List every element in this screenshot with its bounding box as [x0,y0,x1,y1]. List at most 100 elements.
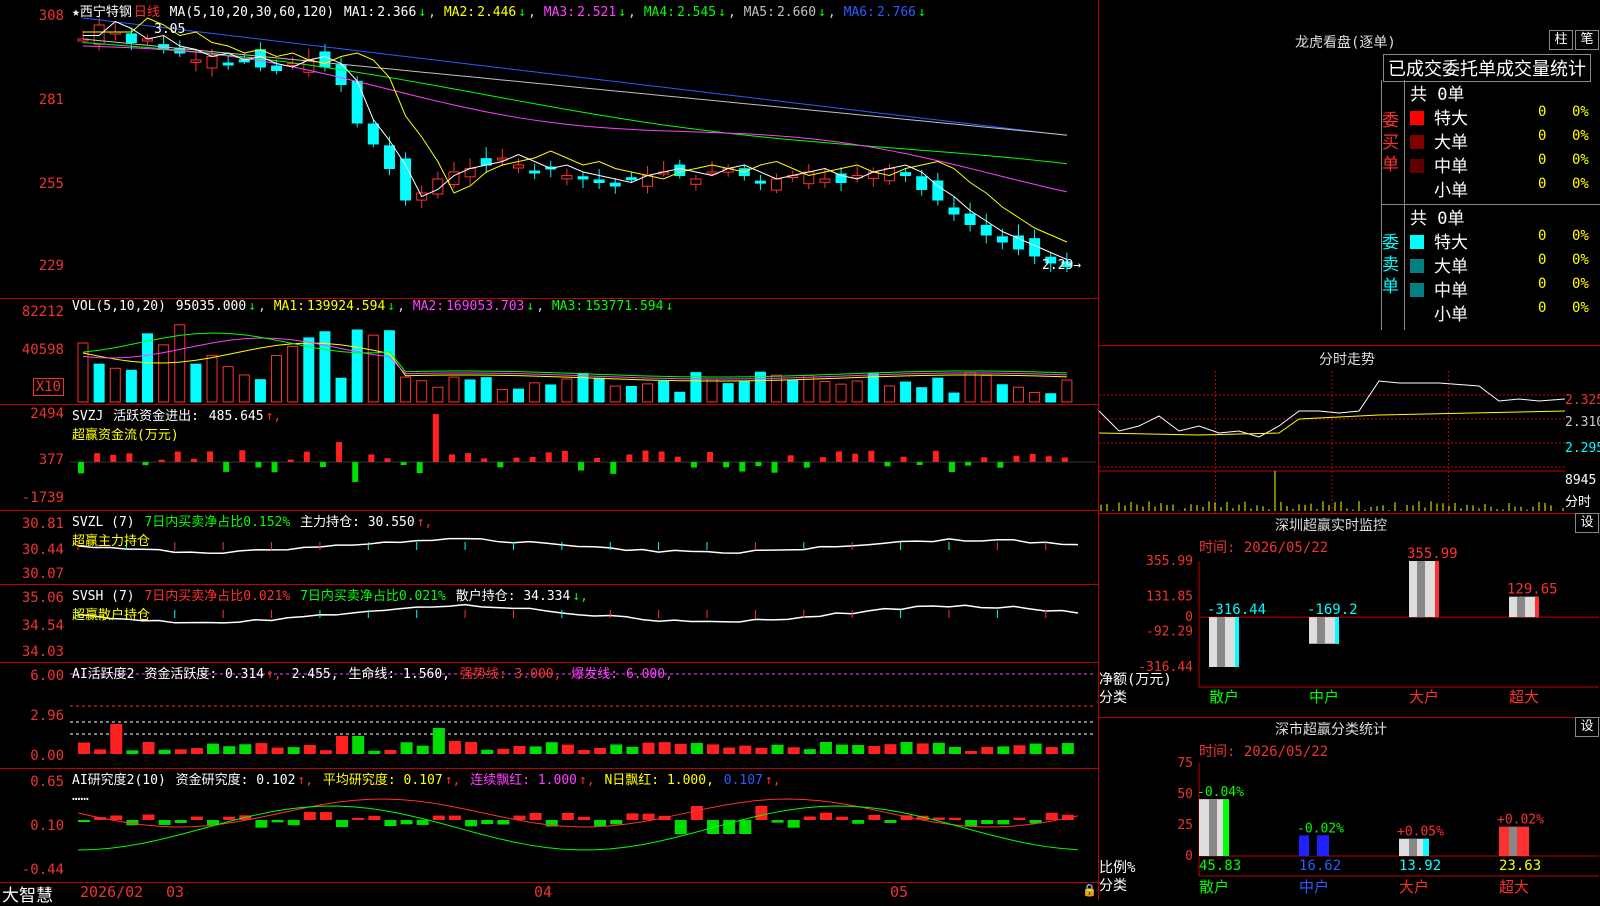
svsh-panel[interactable]: 35.06 34.54 34.03 SVSH (7) 7日内买卖净占比0.021… [0,584,1098,663]
candle [319,51,331,68]
intraday-panel[interactable]: 分时走势 2.325 2.310 2.295 8945 分时 [1099,345,1600,514]
flow-bar [465,453,472,462]
volume-bar [400,376,412,403]
research-bar [771,820,784,823]
y-tick: 255 [38,176,64,192]
row-value: 0 [1538,176,1547,192]
bar-change-label: -0.04% [1197,785,1244,800]
classify-bar-chart: 75 50 25 0 -0.04% 45.83 散户 -0.02% 16.62 中户 +0.05% 1… [1177,756,1599,896]
stat-table: 委买单 委卖单 共 0单 特大 0 0% 大单 0 0% 中单 0 0% 小单 0 0% 共 0单 特… [1381,80,1600,330]
research-bar [400,820,413,825]
flow-bar [110,454,117,462]
bar-edge [1235,617,1239,667]
research-bar [997,820,1010,825]
activity-bar [1061,743,1074,754]
activity-bar [336,736,349,754]
bar-change-label: +0.05% [1397,825,1444,840]
candle [577,176,589,180]
y-tick: 35.06 [21,590,64,606]
svzl-panel[interactable]: 30.81 30.44 30.07 SVZL (7) 7日内买卖净占比0.152… [0,510,1098,585]
volume-bar [819,381,831,403]
volume-bar [335,377,347,403]
stat-title: 已成交委托单成交量统计 [1383,54,1591,82]
svzj-panel[interactable]: 2494 377 -1739 SVZJ 活跃资金进出: 485.645 ↑, 超赢… [0,404,1098,511]
activity-bar [190,748,203,754]
activity-bar [916,743,929,754]
flow-bar [1061,457,1068,462]
activity-bar [755,747,768,754]
kline-panel[interactable]: 308 281 255 229 ★西宁特钢 日线 MA(5,10,20,30,60… [0,0,1098,299]
activity-bar [965,750,978,754]
category-label: 超大 [1499,878,1529,896]
volume-bar [609,385,621,403]
category-label: 大户 [1409,688,1439,706]
volume-bar [464,379,476,403]
y-tick: 6.00 [30,668,64,684]
candle [383,145,395,170]
activity-bar [94,749,107,754]
lock-icon[interactable]: 🔒 [1082,883,1097,897]
activity-bar [142,742,155,754]
bar-edge [1335,617,1339,644]
y-tick: -1739 [21,490,64,506]
row-value: 0 [1538,276,1547,292]
volume-bar [432,386,444,403]
activity-bar [642,742,655,754]
research-bar [981,820,994,825]
bar-value-label: 13.92 [1399,858,1441,874]
activity-bar [900,742,913,754]
bar-view-button[interactable]: 柱 [1549,30,1573,50]
candle [996,236,1008,243]
svsh-title: SVSH (7) 7日内买卖净占比0.021% 7日内买卖净占比0.021% 散… [72,589,588,623]
chart-area[interactable]: 308 281 255 229 ★西宁特钢 日线 MA(5,10,20,30,60… [0,0,1100,906]
flow-bar [174,451,181,462]
row-value: 0 [1538,252,1547,268]
volume-panel[interactable]: 82212 40598 X10 VOL(5,10,20) 95035.000 ↓,… [0,298,1098,405]
activity-bar [303,744,316,754]
research-bar [497,820,510,825]
sell-side-label: 委卖单 [1382,233,1399,297]
row-pct: 0% [1572,300,1589,316]
research-comment: …… [72,788,89,804]
flow-bar [594,458,601,462]
ai-research-y-axis: 0.65 0.10 -0.44 [0,768,68,882]
monitor-panel[interactable]: 深圳超赢实时监控 设 时间: 2026/05/22 355.99 131.85 0-… [1099,513,1600,718]
classify-panel[interactable]: 深市超赢分类统计 设 时间: 2026/05/22 75 50 25 0 -0.04% 4… [1099,717,1600,900]
research-bar [948,817,961,820]
candle [819,178,831,183]
flow-bar [303,451,310,462]
activity-bar [561,744,574,754]
flow-bar [319,462,326,468]
bar-shade [1517,596,1525,618]
brand-logo: 大智慧 [2,886,53,906]
flow-bar [948,462,955,472]
ma-line [82,42,1067,165]
ai-activity-panel[interactable]: 6.00 2.96 0.00 AI活跃度2 资金活跃度: 0.314 ↑, 2.4… [0,662,1098,769]
row-name: 大单 [1434,133,1468,153]
buy-total: 共 0单 [1410,85,1465,105]
bar-shade [1317,617,1325,644]
volume-bar [722,383,734,403]
svzl-title: SVZL (7) 7日内买卖净占比0.152% 主力持仓: 30.550 ↑, 超… [72,515,433,549]
ai-research-panel[interactable]: 0.65 0.10 -0.44 AI研究度2(10) 资金研究度: 0.102 ↑… [0,768,1098,882]
research-bar [432,815,445,820]
flow-bar [207,451,214,462]
y-tick: 377 [38,452,64,468]
ma-line [82,45,1067,193]
intraday-chart[interactable] [1099,371,1565,513]
volume-bar [916,387,928,403]
activity-bar [981,747,994,754]
y-tick: 0 [1185,849,1193,864]
period-label[interactable]: 日线 [134,5,160,20]
category-label: 超大 [1509,688,1539,706]
candlestick-chart[interactable] [70,0,1096,298]
flow-bar [336,442,343,462]
y-tick: 131.85 [1146,589,1193,604]
research-bar [852,820,865,824]
research-bar [755,806,768,820]
candle [980,224,992,236]
flow-bar [836,451,843,462]
volume-bar [383,330,395,403]
tick-view-button[interactable]: 笔 [1575,30,1599,50]
ma-line [83,20,1068,260]
